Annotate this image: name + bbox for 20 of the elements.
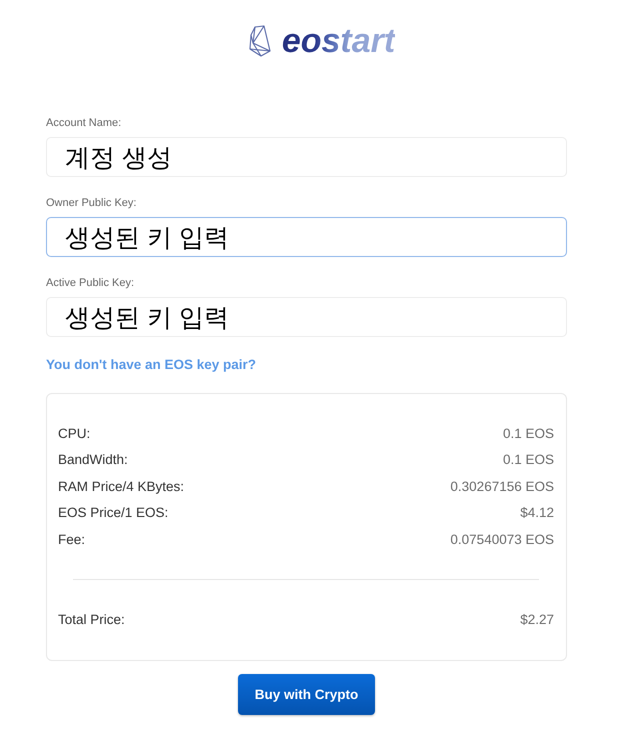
price-value: 0.07540073 EOS — [450, 532, 554, 547]
buy-button[interactable]: Buy with Crypto — [238, 674, 376, 715]
price-label: RAM Price/4 KBytes: — [58, 478, 184, 494]
field-label: Account Name: — [46, 116, 122, 130]
price-value: 0.1 EOS — [502, 426, 554, 441]
total-value: $2.27 — [520, 612, 554, 628]
total-label: Total Price: — [58, 612, 125, 628]
price-value: 0.30267156 EOS — [450, 478, 554, 494]
crystal-icon — [248, 25, 271, 57]
price-label: CPU: — [58, 426, 90, 441]
price-label: BandWidth: — [58, 452, 128, 468]
text-field[interactable]: 생성된 키 입력 — [46, 297, 567, 337]
price-value: $4.12 — [520, 505, 554, 520]
text-field[interactable]: 생성된 키 입력 — [46, 217, 567, 257]
price-label: Fee: — [58, 532, 86, 547]
text-field[interactable]: 계정 생성 — [46, 137, 567, 177]
price-value: 0.1 EOS — [502, 452, 554, 468]
price-label: EOS Price/1 EOS: — [58, 505, 168, 520]
field-label: Owner Public Key: — [46, 196, 136, 210]
field-label: Active Public Key: — [46, 276, 134, 290]
